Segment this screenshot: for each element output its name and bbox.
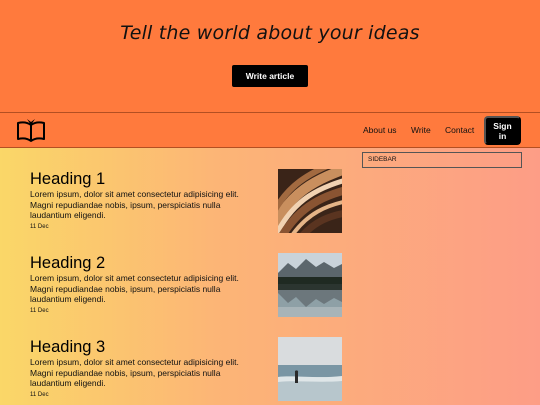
article-card[interactable]: Heading 1 Lorem ipsum, dolor sit amet co… bbox=[30, 169, 350, 233]
hero-banner: Tell the world about your ideas Write ar… bbox=[0, 0, 540, 112]
hero-title: Tell the world about your ideas bbox=[120, 22, 420, 44]
nav-link-write[interactable]: Write bbox=[411, 125, 431, 135]
abstract-swirl-image[interactable] bbox=[278, 169, 342, 233]
article-card[interactable]: Heading 3 Lorem ipsum, dolor sit amet co… bbox=[30, 337, 350, 401]
write-article-button[interactable]: Write article bbox=[232, 65, 308, 87]
sign-in-button[interactable]: Sign in bbox=[484, 116, 521, 145]
nav-link-contact[interactable]: Contact bbox=[445, 125, 474, 135]
person-on-beach-image[interactable] bbox=[278, 337, 342, 401]
sidebar: SIDEBAR bbox=[362, 152, 522, 168]
navbar: About us Write Contact Sign in bbox=[0, 112, 540, 148]
article-card[interactable]: Heading 2 Lorem ipsum, dolor sit amet co… bbox=[30, 253, 350, 317]
nav-link-about-us[interactable]: About us bbox=[363, 125, 397, 135]
article-excerpt: Lorem ipsum, dolor sit amet consectetur … bbox=[30, 357, 239, 388]
mountain-lake-image[interactable] bbox=[278, 253, 342, 317]
main-content: SIDEBAR Heading 1 Lorem ipsum, dolor sit… bbox=[0, 148, 540, 405]
article-excerpt: Lorem ipsum, dolor sit amet consectetur … bbox=[30, 273, 239, 304]
article-excerpt: Lorem ipsum, dolor sit amet consectetur … bbox=[30, 189, 239, 220]
open-book-icon[interactable] bbox=[16, 119, 46, 143]
